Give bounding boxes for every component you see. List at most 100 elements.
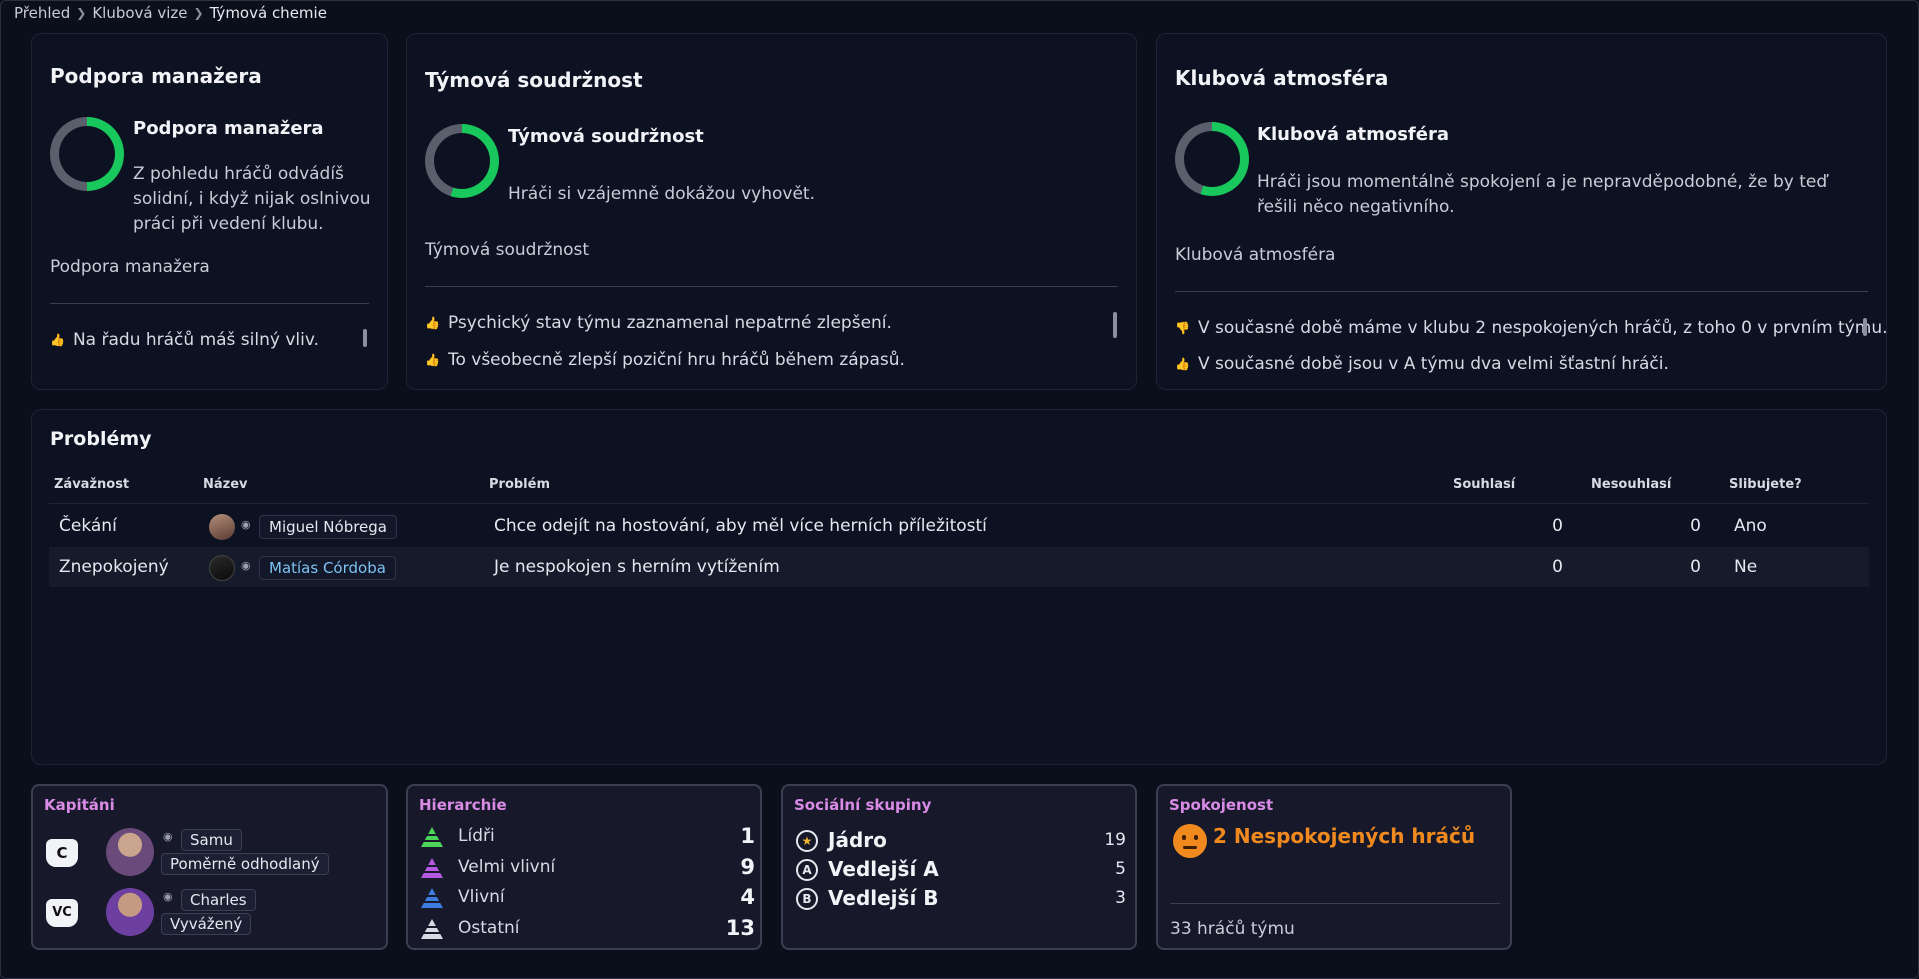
feedback-item: 👎 V současné době máme v klubu 2 nespoko… [1175,318,1887,338]
person-icon: ◉ [163,830,173,843]
hierarchy-panel[interactable]: Hierarchie Lídři 1 Velmi vlivní 9 Vlivní… [406,784,762,950]
thumbs-up-icon: 👍 [425,353,440,367]
captain-name[interactable]: Samu [181,829,242,851]
panel-title: Hierarchie [419,796,507,814]
person-icon: ◉ [241,518,251,531]
captain-trait: Poměrně odhodlaný [161,853,329,875]
card-heading: Podpora manažera [50,64,262,88]
star-icon: ★ [796,830,818,852]
player-avatar [209,514,235,540]
thumbs-up-icon: 👍 [1175,357,1190,371]
hierarchy-label: Ostatní [458,918,520,938]
thumbs-down-icon: 👎 [1175,321,1190,335]
unhappy-players-headline[interactable]: 2 Nespokojených hráčů [1213,824,1475,848]
thumbs-up-icon: 👍 [50,333,65,347]
column-header-disagree[interactable]: Nesouhlasí [1591,477,1671,492]
hierarchy-count: 4 [740,885,755,909]
vice-captain-badge-icon: VC [46,899,78,927]
column-header-severity[interactable]: Závažnost [54,477,129,492]
problem-cell: Chce odejít na hostování, aby měl více h… [494,516,987,536]
social-group-label: Jádro [828,828,887,852]
table-header-divider [49,503,1869,504]
agree-cell: 0 [1552,516,1563,536]
manager-support-card: Podpora manažera Podpora manažera Z pohl… [31,33,388,390]
club-atmosphere-card: Klubová atmosféra Klubová atmosféra Hráč… [1156,33,1887,390]
status-ring [50,117,124,191]
social-group-count: 5 [1115,859,1126,879]
severity-cell: Znepokojený [59,557,169,577]
severity-cell: Čekání [59,516,117,536]
promise-cell: Ne [1734,557,1758,577]
social-groups-panel[interactable]: Sociální skupiny ★ Jádro 19 A Vedlejší A… [781,784,1137,950]
captain-badge-icon: C [46,839,78,867]
breadcrumb: Přehled ❯ Klubová vize ❯ Týmová chemie [14,4,327,22]
disagree-cell: 0 [1690,516,1701,536]
social-group-row-core: ★ Jádro 19 [796,828,1126,854]
divider [1175,291,1868,292]
thumbs-up-icon: 👍 [425,316,440,330]
feedback-item: 👍 V současné době jsou v A týmu dva velm… [1175,354,1669,374]
player-name-chip[interactable]: Matías Córdoba [259,556,396,580]
pyramid-icon [421,919,443,939]
player-name-chip[interactable]: Miguel Nóbrega [259,515,398,539]
feedback-item: 👍 Na řadu hráčů máš silný vliv. [50,330,320,350]
problems-card: Problémy [31,409,1887,765]
agree-cell: 0 [1552,557,1563,577]
hierarchy-label: Velmi vlivní [458,857,556,877]
group-b-icon: B [796,888,818,910]
player-avatar [209,555,235,581]
pyramid-icon [421,858,443,878]
breadcrumb-item-overview[interactable]: Přehled [14,4,70,22]
status-title: Podpora manažera [133,118,324,139]
column-header-name[interactable]: Název [203,477,248,492]
column-header-promise[interactable]: Slibujete? [1729,477,1802,492]
table-row[interactable]: Čekání ◉ Miguel Nóbrega Chce odejít na h… [49,506,1869,546]
breadcrumb-item-club-vision[interactable]: Klubová vize [92,4,187,22]
column-header-problem[interactable]: Problém [489,477,550,492]
divider [425,286,1118,287]
vice-captain-name[interactable]: Charles [181,889,256,911]
scrollbar[interactable] [1863,318,1867,336]
problem-cell: Je nespokojen s herním vytížením [494,557,780,577]
problems-title: Problémy [50,428,152,450]
status-ring [425,124,499,198]
social-group-count: 3 [1115,888,1126,908]
social-group-count: 19 [1104,830,1126,850]
column-header-agree[interactable]: Souhlasí [1453,477,1515,492]
scrollbar[interactable] [363,329,367,347]
feedback-item: 👍 To všeobecně zlepší poziční hru hráčů … [425,350,905,370]
unhappy-face-icon [1173,824,1207,858]
hierarchy-row-others: Ostatní 13 [420,916,755,942]
panel-title: Kapitáni [44,796,115,814]
squad-size-text: 33 hráčů týmu [1170,919,1295,939]
status-description: Hráči si vzájemně dokážou vyhovět. [508,184,815,204]
divider [1170,903,1500,904]
satisfaction-panel[interactable]: Spokojenost 2 Nespokojených hráčů 33 hrá… [1156,784,1512,950]
panel-title: Sociální skupiny [794,796,932,814]
scrollbar[interactable] [1113,312,1117,338]
card-heading: Týmová soudržnost [425,68,643,92]
chevron-right-icon: ❯ [76,6,87,20]
hierarchy-count: 13 [725,916,755,940]
social-group-row-a: A Vedlejší A 5 [796,857,1126,883]
hierarchy-label: Vlivní [458,887,505,907]
captains-panel[interactable]: Kapitáni C ◉ Samu Poměrně odhodlaný VC ◉… [31,784,388,950]
team-cohesion-card: Týmová soudržnost Týmová soudržnost Hráč… [406,33,1137,390]
social-group-label: Vedlejší A [828,857,939,881]
panel-title: Spokojenost [1169,796,1274,814]
table-row[interactable]: Znepokojený ◉ Matías Córdoba Je nespokoj… [49,547,1869,587]
chevron-right-icon: ❯ [193,6,204,20]
captain-avatar [106,828,154,876]
person-icon: ◉ [163,890,173,903]
status-title: Klubová atmosféra [1257,124,1449,145]
hierarchy-label: Lídři [458,826,495,846]
pyramid-icon [421,827,443,847]
status-description: Z pohledu hráčů odvádíš solidní, i když … [133,164,371,234]
social-group-label: Vedlejší B [828,886,939,910]
hierarchy-count: 9 [740,855,755,879]
card-subtitle: Klubová atmosféra [1175,245,1336,265]
promise-cell: Ano [1734,516,1767,536]
vice-captain-avatar [106,888,154,936]
divider [50,303,369,304]
pyramid-icon [421,888,443,908]
